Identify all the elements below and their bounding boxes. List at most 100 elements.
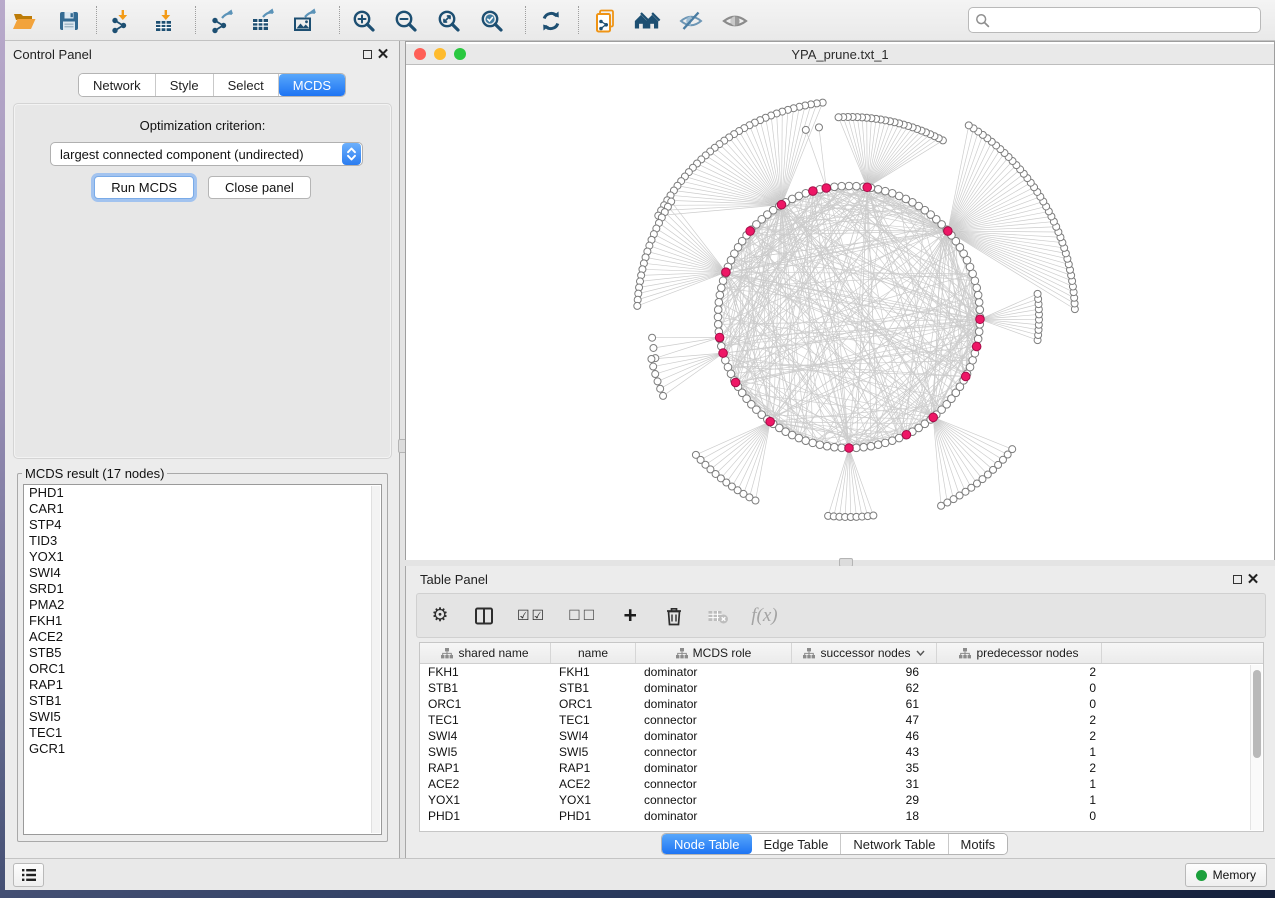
tab-select[interactable]: Select [214,74,279,96]
mcds-result-item[interactable]: ORC1 [24,661,381,677]
scrollbar-thumb[interactable] [1253,670,1261,758]
unselect-all-columns-button[interactable]: ☐☐ [568,604,597,628]
float-panel-icon[interactable] [1229,572,1245,588]
tab-style[interactable]: Style [156,74,214,96]
column-header-MCDS-role[interactable]: MCDS role [636,643,792,663]
export-table-button[interactable] [248,7,276,35]
search-input[interactable] [994,13,1260,28]
mcds-result-list[interactable]: PHD1CAR1STP4TID3YOX1SWI4SRD1PMA2FKH1ACE2… [23,484,382,835]
open-session-button[interactable] [10,7,38,35]
cell-MCDS-role: dominator [636,680,792,696]
mcds-result-item[interactable]: RAP1 [24,677,381,693]
hide-selected-button[interactable] [677,7,705,35]
search-box[interactable] [968,7,1261,33]
sort-descending-icon [916,650,925,656]
table-tab-motifs[interactable]: Motifs [949,834,1008,854]
cell-successor-nodes: 61 [792,696,937,712]
export-network-button[interactable] [208,7,236,35]
table-tab-edge-table[interactable]: Edge Table [752,834,842,854]
column-namespace-icon [441,648,453,659]
table-row[interactable]: SWI4SWI4dominator462 [420,728,1263,744]
import-network-button[interactable] [107,7,135,35]
function-builder-button[interactable]: f(x) [751,604,777,628]
refresh-view-button[interactable] [537,7,565,35]
mcds-result-item[interactable]: PMA2 [24,597,381,613]
trash-icon [665,606,683,626]
table-row[interactable]: RAP1RAP1dominator352 [420,760,1263,776]
mcds-result-item[interactable]: PHD1 [24,485,381,501]
float-panel-icon[interactable] [359,47,375,63]
create-column-button[interactable]: + [619,604,641,628]
mcds-result-item[interactable]: SRD1 [24,581,381,597]
column-header-successor-nodes[interactable]: successor nodes [792,643,937,663]
control-panel-header: Control Panel ✕ [5,41,399,68]
table-row[interactable]: FKH1FKH1dominator962 [420,664,1263,680]
column-header-name[interactable]: name [551,643,636,663]
show-all-button[interactable] [721,7,749,35]
table-row[interactable]: YOX1YOX1connector291 [420,792,1263,808]
table-tab-network-table[interactable]: Network Table [841,834,948,854]
mcds-result-item[interactable]: CAR1 [24,501,381,517]
network-window-titlebar[interactable]: YPA_prune.txt_1 [406,44,1274,65]
table-settings-button[interactable]: ⚙ [429,604,451,628]
table-row[interactable]: STB1STB1dominator620 [420,680,1263,696]
mcds-result-item[interactable]: SWI4 [24,565,381,581]
column-header-predecessor-nodes[interactable]: predecessor nodes [937,643,1102,663]
save-icon [57,9,81,33]
close-panel-button[interactable]: Close panel [208,176,311,199]
mcds-result-item[interactable]: YOX1 [24,549,381,565]
first-neighbors-button[interactable] [633,7,661,35]
mcds-result-title: MCDS result (17 nodes) [22,466,167,481]
save-session-button[interactable] [55,7,83,35]
cell-name: STB1 [551,680,636,696]
table-tab-node-table[interactable]: Node Table [662,834,752,854]
open-folder-icon [11,8,37,34]
houses-icon [633,8,661,34]
mcds-result-item[interactable]: TEC1 [24,725,381,741]
zoom-fit-button[interactable] [435,7,463,35]
table-row[interactable]: ACE2ACE2connector311 [420,776,1263,792]
mcds-result-item[interactable]: SWI5 [24,709,381,725]
node-table: shared namenameMCDS rolesuccessor nodesp… [419,642,1264,832]
list-scrollbar-track[interactable] [371,486,380,833]
table-row[interactable]: SWI5SWI5connector431 [420,744,1263,760]
zoom-in-button[interactable] [350,7,378,35]
close-panel-icon[interactable]: ✕ [1245,572,1261,588]
table-row[interactable]: TEC1TEC1connector472 [420,712,1263,728]
split-view-button[interactable] [473,604,495,628]
mcds-result-item[interactable]: ACE2 [24,629,381,645]
mcds-result-item[interactable]: FKH1 [24,613,381,629]
cell-name: RAP1 [551,760,636,776]
toolbar-separator [96,6,97,34]
new-network-from-selection-button[interactable] [591,7,619,35]
cell-predecessor-nodes: 2 [937,664,1102,680]
delete-table-button[interactable] [707,604,729,628]
criterion-select[interactable]: largest connected component (undirected) [50,142,363,166]
mcds-result-item[interactable]: STB5 [24,645,381,661]
close-panel-icon[interactable]: ✕ [375,47,391,63]
column-header-shared-name[interactable]: shared name [420,643,551,663]
mcds-result-item[interactable]: GCR1 [24,741,381,757]
mcds-result-item[interactable]: STP4 [24,517,381,533]
zoom-selected-button[interactable] [478,7,506,35]
task-history-button[interactable] [13,863,44,887]
delete-column-button[interactable] [663,604,685,628]
table-row[interactable]: ORC1ORC1dominator610 [420,696,1263,712]
cell-MCDS-role: connector [636,744,792,760]
import-table-button[interactable] [150,7,178,35]
tab-mcds[interactable]: MCDS [279,74,345,96]
zoom-out-button[interactable] [392,7,420,35]
cell-shared-name: PHD1 [420,808,551,824]
export-image-button[interactable] [290,7,318,35]
memory-button[interactable]: Memory [1185,863,1267,887]
mcds-result-item[interactable]: STB1 [24,693,381,709]
table-scrollbar[interactable] [1250,665,1262,830]
cell-name: SWI4 [551,728,636,744]
run-mcds-button[interactable]: Run MCDS [94,176,194,199]
select-all-columns-button[interactable]: ☑☑ [517,604,546,628]
cell-predecessor-nodes: 1 [937,776,1102,792]
mcds-result-item[interactable]: TID3 [24,533,381,549]
network-graph[interactable] [406,65,1274,559]
table-row[interactable]: PHD1PHD1dominator180 [420,808,1263,824]
tab-network[interactable]: Network [79,74,156,96]
